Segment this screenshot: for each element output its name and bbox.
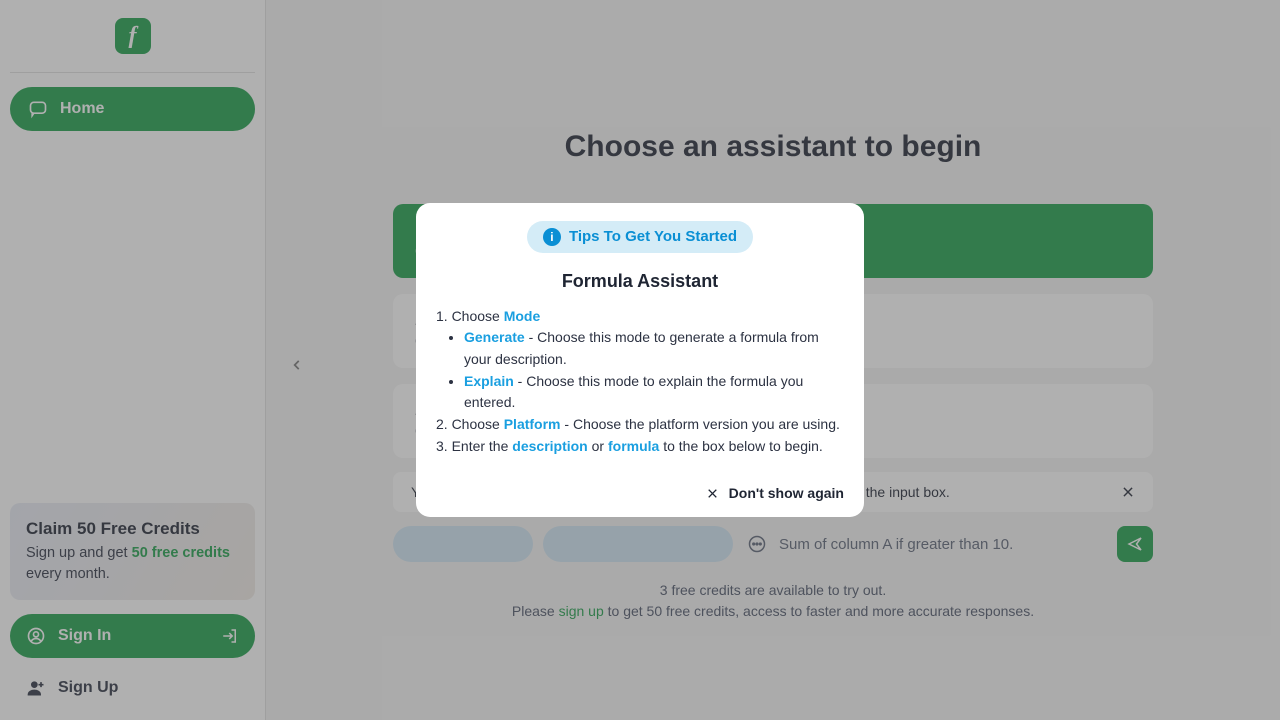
modal-step-3: 3. Enter the description or formula to t… (436, 436, 844, 458)
modal-body: 1. Choose Mode Generate - Choose this mo… (436, 306, 844, 458)
tips-modal: i Tips To Get You Started Formula Assist… (416, 203, 864, 518)
modal-step-2: 2. Choose Platform - Choose the platform… (436, 414, 844, 436)
modal-title: Formula Assistant (436, 271, 844, 292)
modal-overlay[interactable]: i Tips To Get You Started Formula Assist… (0, 0, 1280, 720)
dont-show-label: Don't show again (729, 485, 844, 501)
dont-show-again-button[interactable]: Don't show again (706, 485, 844, 501)
tips-badge-text: Tips To Get You Started (569, 228, 737, 245)
info-icon: i (543, 228, 561, 246)
modal-step-1: 1. Choose Mode Generate - Choose this mo… (436, 306, 844, 414)
modal-generate-bullet: Generate - Choose this mode to generate … (464, 327, 844, 370)
modal-explain-bullet: Explain - Choose this mode to explain th… (464, 371, 844, 414)
tips-badge: i Tips To Get You Started (527, 221, 753, 253)
